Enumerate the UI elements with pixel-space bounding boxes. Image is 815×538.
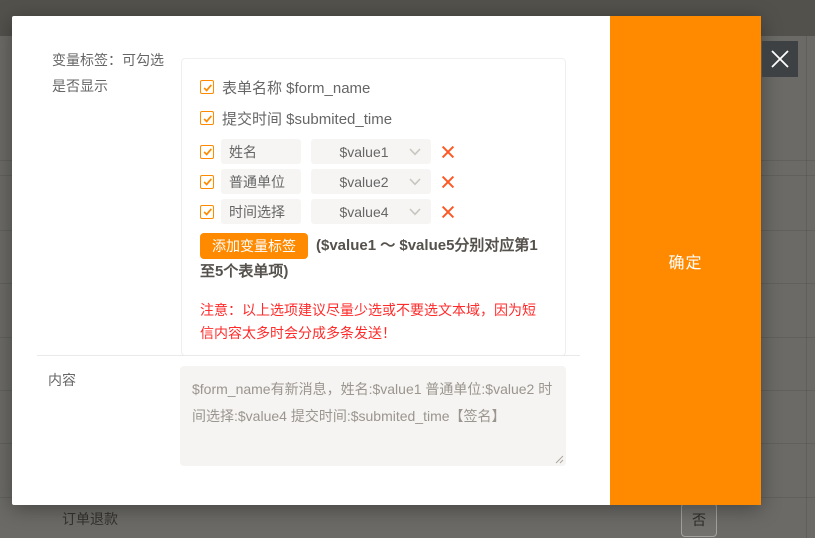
background-row-label: 订单退款 [62,509,118,529]
field-name-input[interactable] [221,169,301,194]
variable-select[interactable]: $value2 [311,169,431,194]
remove-icon[interactable] [441,175,455,189]
variable-row-label: 表单名称 $form_name [222,77,370,98]
close-button[interactable] [762,41,798,77]
check-icon [202,82,213,93]
chevron-down-icon [409,148,421,156]
variable-options-panel: 表单名称 $form_name 提交时间 $submited_time [181,58,566,356]
checkbox[interactable] [200,205,214,219]
check-icon [202,146,213,157]
chevron-down-icon [409,178,421,186]
variable-tags-label: 变量标签：可勾选是否显示 [52,47,172,99]
background-table-edge [806,36,807,538]
section-divider [37,355,580,356]
screen: 订单退款 否 变量标签：可勾选是否显示 表单名称 $form_name [0,0,815,538]
variable-row: $value4 [200,199,547,224]
variable-select[interactable]: $value1 [311,139,431,164]
variable-select[interactable]: $value4 [311,199,431,224]
add-variable-row: 添加变量标签($value1 ～ $value5分别对应第1至5个表单项) [200,233,547,285]
check-icon [202,206,213,217]
check-icon [202,113,213,124]
field-name-input[interactable] [221,139,301,164]
close-icon [769,48,791,70]
variable-row-label: 提交时间 $submited_time [222,108,392,129]
sms-variable-dialog: 变量标签：可勾选是否显示 表单名称 $form_name 提交时间 $ [12,16,761,505]
sms-warning-text: 注意：以上选项建议尽量少选或不要选文本域，因为短信内容太多时会分成多条发送！ [200,299,547,345]
check-icon [202,176,213,187]
content-label: 内容 [48,370,76,390]
confirm-button-label: 确定 [668,249,702,273]
field-name-input[interactable] [221,199,301,224]
variable-select-value: $value2 [321,174,407,190]
background-no-button[interactable]: 否 [681,503,717,537]
variable-row: $value2 [200,169,547,194]
content-textarea-wrap: $form_name有新消息，姓名:$value1 普通单位:$value2 时… [180,366,566,466]
confirm-button[interactable]: 确定 [610,16,761,505]
variable-row-form-name: 表单名称 $form_name [200,77,547,97]
checkbox[interactable] [200,80,214,94]
checkbox[interactable] [200,111,214,125]
checkbox[interactable] [200,175,214,189]
variable-select-value: $value4 [321,204,407,220]
remove-icon[interactable] [441,145,455,159]
variable-row: $value1 [200,139,547,164]
remove-icon[interactable] [441,205,455,219]
variable-row-submit-time: 提交时间 $submited_time [200,108,547,128]
add-variable-tag-button[interactable]: 添加变量标签 [200,233,308,259]
variable-select-value: $value1 [321,144,407,160]
checkbox[interactable] [200,145,214,159]
chevron-down-icon [409,208,421,216]
content-textarea[interactable]: $form_name有新消息，姓名:$value1 普通单位:$value2 时… [180,366,566,466]
